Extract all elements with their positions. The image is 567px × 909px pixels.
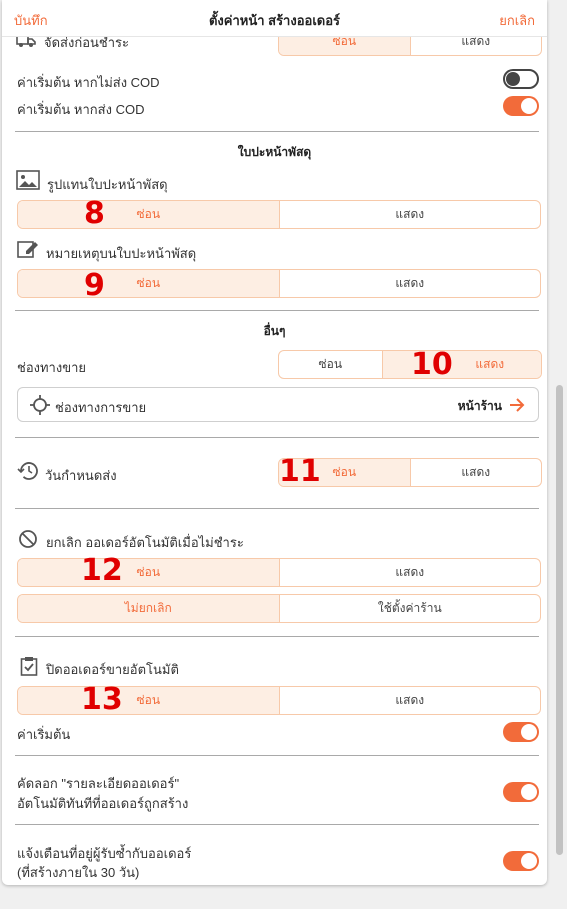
crosshair-icon — [30, 395, 50, 415]
show-option[interactable]: แสดง — [278, 201, 541, 228]
marker-13: 13 — [81, 682, 123, 717]
divider — [15, 437, 539, 438]
default-label: ค่าเริ่มต้น — [17, 727, 71, 742]
image-icon — [16, 170, 40, 190]
hide-option[interactable]: ซ่อน — [18, 687, 279, 714]
channel-segment: ซ่อน แสดง — [278, 350, 542, 379]
sales-channel-label: ช่องทางการขาย — [55, 400, 147, 415]
scrollbar-thumb[interactable] — [556, 385, 563, 855]
dup-alert-label-line1: แจ้งเตือนที่อยู่ผู้รับซ้ำกับออเดอร์ — [17, 846, 192, 861]
header-bar: บันทึก ตั้งค่าหน้า สร้างออเดอร์ ยกเลิก — [2, 0, 547, 37]
cod-off-toggle[interactable] — [503, 69, 539, 89]
no-cancel-option[interactable]: ไม่ยกเลิก — [18, 595, 279, 622]
auto-cancel-label: ยกเลิก ออเดอร์อัตโนมัติเมื่อไม่ชำระ — [46, 535, 244, 550]
dup-alert-label-line2: (ที่สร้างภายใน 30 วัน) — [17, 865, 140, 880]
show-option[interactable]: แสดง — [381, 351, 541, 378]
copy-details-toggle[interactable] — [503, 782, 539, 802]
due-date-label: วันกำหนดส่ง — [45, 468, 117, 483]
copy-details-label-line2: อัตโนมัติทันทีที่ออเดอร์ถูกสร้าง — [17, 796, 189, 811]
divider — [15, 508, 539, 509]
cancel-button[interactable]: ยกเลิก — [499, 10, 535, 31]
divider — [15, 755, 539, 756]
marker-11: 11 — [279, 454, 321, 489]
sales-channel-selector[interactable]: ช่องทางการขาย หน้าร้าน — [17, 387, 539, 422]
section-title-other: อื่นๆ — [263, 324, 286, 338]
section-title-label: ใบปะหน้าพัสดุ — [237, 145, 312, 159]
show-option[interactable]: แสดง — [409, 459, 542, 486]
cancel-mode-segment: ไม่ยกเลิก ใช้ตั้งค่าร้าน — [17, 594, 541, 623]
settings-panel: บันทึก ตั้งค่าหน้า สร้างออเดอร์ ยกเลิก จ… — [2, 0, 547, 885]
history-clock-icon — [17, 461, 39, 481]
ban-icon — [18, 529, 38, 549]
sales-channel-value: หน้าร้าน — [457, 399, 502, 413]
page-title: ตั้งค่าหน้า สร้างออเดอร์ — [208, 13, 340, 28]
divider — [15, 131, 539, 132]
copy-details-label-line1: คัดลอก "รายละเอียดออเดอร์" — [17, 776, 180, 791]
divider — [15, 310, 539, 311]
divider — [15, 824, 539, 825]
show-option[interactable]: แสดง — [278, 687, 541, 714]
hide-option[interactable]: ซ่อน — [18, 559, 279, 586]
show-option[interactable]: แสดง — [278, 559, 541, 586]
hide-option[interactable]: ซ่อน — [18, 270, 279, 297]
arrow-right-icon — [508, 396, 526, 414]
image-label: รูปแทนใบปะหน้าพัสดุ — [47, 177, 168, 192]
marker-9: 9 — [84, 268, 105, 303]
cod-on-toggle[interactable] — [503, 96, 539, 116]
edit-note-icon — [17, 239, 39, 259]
hide-option[interactable]: ซ่อน — [279, 351, 382, 378]
note-label: หมายเหตุบนใบปะหน้าพัสดุ — [46, 246, 197, 261]
marker-8: 8 — [84, 196, 105, 231]
clipboard-check-icon — [20, 656, 38, 676]
channel-label: ช่องทางขาย — [17, 360, 86, 375]
marker-12: 12 — [81, 553, 123, 588]
marker-10: 10 — [411, 347, 453, 382]
hide-option[interactable]: ซ่อน — [18, 201, 279, 228]
default-toggle[interactable] — [503, 722, 539, 742]
cod-off-label: ค่าเริ่มต้น หากไม่ส่ง COD — [17, 75, 160, 90]
show-option[interactable]: แสดง — [278, 270, 541, 297]
divider — [15, 636, 539, 637]
dup-alert-toggle[interactable] — [503, 851, 539, 871]
use-store-setting-option[interactable]: ใช้ตั้งค่าร้าน — [278, 595, 541, 622]
cod-on-label: ค่าเริ่มต้น หากส่ง COD — [17, 102, 145, 117]
auto-close-label: ปิดออเดอร์ขายอัตโนมัติ — [46, 662, 179, 677]
